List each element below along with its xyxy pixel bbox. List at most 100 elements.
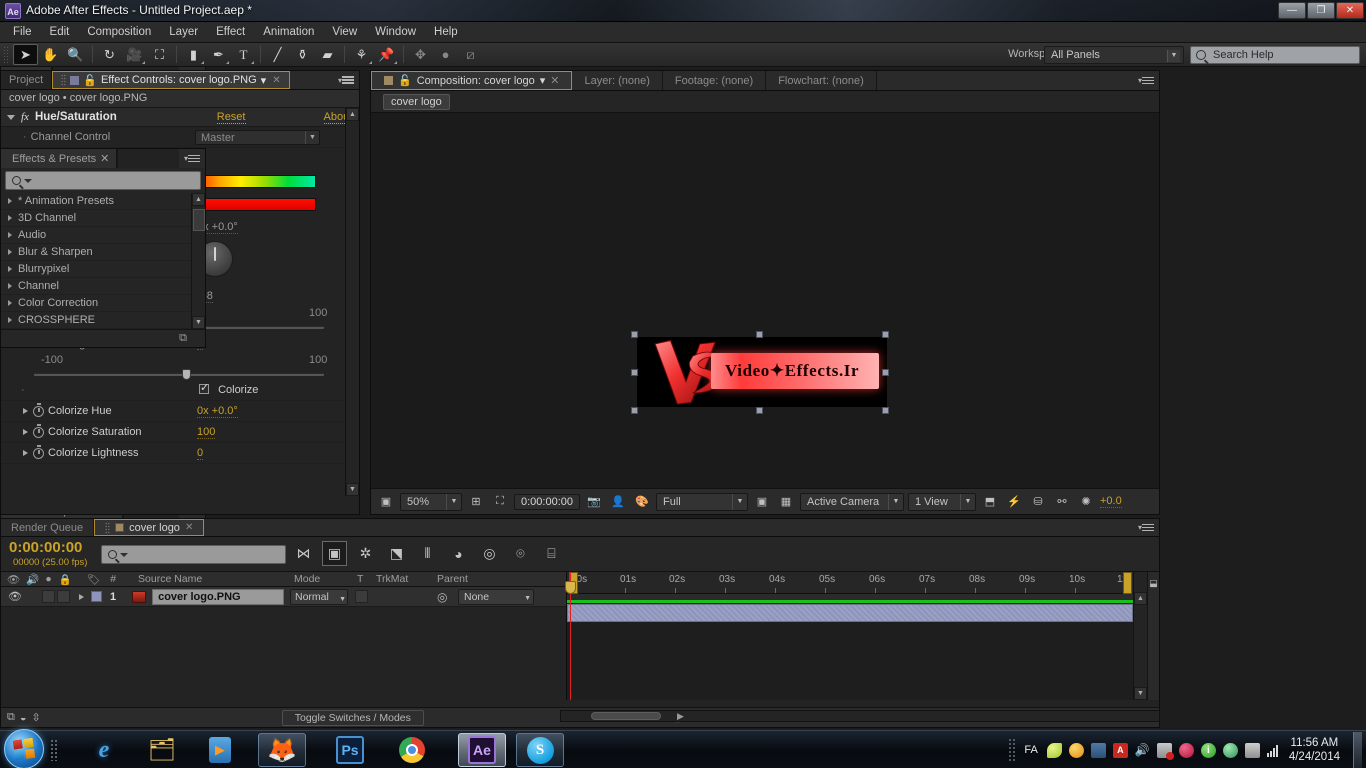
- signal-icon[interactable]: [1266, 744, 1278, 757]
- zoom-tool-icon[interactable]: 🔍: [63, 44, 88, 65]
- layer-audio-switch[interactable]: [41, 590, 55, 603]
- show-snapshot-icon[interactable]: 👤: [608, 493, 628, 511]
- channel-control-select[interactable]: Master ▼: [195, 129, 320, 145]
- menu-edit[interactable]: Edit: [41, 24, 79, 40]
- stopwatch-icon[interactable]: [33, 424, 44, 438]
- minimize-button[interactable]: —: [1278, 2, 1306, 19]
- tray-icon-adobe[interactable]: A: [1112, 742, 1128, 758]
- disclosure-triangle-icon[interactable]: [7, 114, 15, 120]
- tab-footage[interactable]: Footage: (none): [663, 71, 767, 90]
- tab-flowchart[interactable]: Flowchart: (none): [766, 71, 877, 90]
- hscroll-thumb[interactable]: [591, 712, 661, 720]
- breadcrumb-cover-logo[interactable]: cover logo: [383, 93, 450, 110]
- effects-item-animation-presets[interactable]: * Animation Presets: [1, 193, 191, 210]
- layer-mode-select[interactable]: Normal ▼: [290, 588, 348, 605]
- effects-item-blurrypixel[interactable]: Blurrypixel: [1, 261, 191, 278]
- menu-help[interactable]: Help: [425, 24, 467, 40]
- clock[interactable]: 11:56 AM 4/24/2014: [1289, 736, 1340, 764]
- selection-handle-mr[interactable]: [882, 369, 889, 376]
- colorize-hue-value[interactable]: 0x +0.0°: [197, 405, 238, 418]
- eraser-tool-icon[interactable]: ▰: [315, 44, 340, 65]
- pixel-aspect-icon[interactable]: ⬒: [980, 493, 1000, 511]
- move-anchor-icon[interactable]: ✥: [408, 44, 433, 65]
- draft-3d-icon[interactable]: ▣: [322, 541, 347, 566]
- taskbar-firefox[interactable]: 🦊: [258, 733, 306, 767]
- scroll-down-icon[interactable]: ▼: [346, 483, 359, 496]
- comp-flowchart-icon[interactable]: ⚯: [1052, 493, 1072, 511]
- region-interest-toggle-icon[interactable]: ▣: [752, 493, 772, 511]
- frame-blending-icon[interactable]: ⬔: [384, 541, 409, 566]
- start-button[interactable]: [4, 729, 44, 768]
- taskbar-media-player[interactable]: ▶: [196, 733, 244, 767]
- exposure-value[interactable]: +0.0: [1100, 495, 1122, 508]
- tray-icon-flag[interactable]: [1156, 742, 1174, 760]
- taskbar-internet-explorer[interactable]: e: [80, 733, 128, 767]
- taskbar-chrome[interactable]: [388, 733, 436, 767]
- type-tool-icon[interactable]: T: [231, 44, 256, 65]
- comp-timecode[interactable]: 0:00:00:00: [514, 493, 580, 510]
- tray-icon-orange[interactable]: [1068, 742, 1084, 758]
- master-lightness-track[interactable]: [34, 369, 324, 380]
- selection-handle-br[interactable]: [882, 407, 889, 414]
- language-indicator[interactable]: FA: [1024, 744, 1037, 756]
- stopwatch-icon[interactable]: [33, 445, 44, 459]
- timeline-horizontal-scrollbar[interactable]: ▶: [560, 710, 1160, 722]
- transparency-grid-icon[interactable]: ▦: [776, 493, 796, 511]
- master-lightness-thumb[interactable]: [182, 369, 191, 380]
- effects-item-color-correction[interactable]: Color Correction: [1, 295, 191, 312]
- region-of-interest-icon[interactable]: ⊞: [466, 493, 486, 511]
- tab-composition[interactable]: 🔓 Composition: cover logo ▾ ✕: [371, 71, 573, 90]
- layer-t-switch[interactable]: [355, 590, 368, 603]
- time-ruler[interactable]: 00s 01s 02s 03s 04s 05s 06s 07s 08s 09s …: [567, 572, 1133, 594]
- menu-window[interactable]: Window: [366, 24, 425, 40]
- tray-icon-info[interactable]: i: [1200, 742, 1216, 758]
- tray-icon-leaf[interactable]: [1046, 742, 1062, 758]
- parent-pickwhip-icon[interactable]: ◎: [437, 590, 447, 604]
- selection-tool-icon[interactable]: ➤: [13, 44, 38, 65]
- hscroll-right-arrow-icon[interactable]: ▶: [677, 711, 684, 722]
- scroll-up-icon[interactable]: ▲: [346, 108, 359, 121]
- tab-close-icon[interactable]: ✕: [272, 75, 280, 86]
- menu-animation[interactable]: Animation: [254, 24, 323, 40]
- effects-item-audio[interactable]: Audio: [1, 227, 191, 244]
- tray-grip[interactable]: [1008, 738, 1018, 762]
- timeline-search-input[interactable]: [101, 545, 286, 564]
- tray-icon-opera[interactable]: [1178, 742, 1194, 758]
- hand-tool-icon[interactable]: ✋: [38, 44, 63, 65]
- motion-blur-footer-icon[interactable]: ◒: [20, 712, 27, 724]
- layer-duration-bar[interactable]: [567, 604, 1133, 622]
- selection-handle-bl[interactable]: [631, 407, 638, 414]
- shape-tool-icon[interactable]: ▮: [181, 44, 206, 65]
- layer-source-name[interactable]: cover logo.PNG: [152, 588, 285, 605]
- selection-handle-ml[interactable]: [631, 369, 638, 376]
- brainstorm-icon[interactable]: ◕: [446, 541, 471, 566]
- effect-controls-scrollbar[interactable]: ▲ ▼: [345, 108, 359, 496]
- layer-disclosure-icon[interactable]: [78, 593, 84, 600]
- composition-panel-menu[interactable]: ▾: [1133, 71, 1159, 90]
- roto-brush-tool-icon[interactable]: ⚘: [349, 44, 374, 65]
- restore-button[interactable]: ❐: [1307, 2, 1335, 19]
- taskbar-after-effects[interactable]: Ae: [458, 733, 506, 767]
- effects-scrollbar[interactable]: ▲ ▼: [191, 193, 205, 329]
- always-preview-icon[interactable]: ▣: [376, 493, 396, 511]
- menu-layer[interactable]: Layer: [160, 24, 207, 40]
- effects-search-input[interactable]: [5, 171, 201, 190]
- tab-dropdown-icon[interactable]: ▾: [540, 74, 546, 87]
- taskbar-windows-explorer[interactable]: 🗂: [138, 733, 186, 767]
- hide-shy-layers-icon[interactable]: ✲: [353, 541, 378, 566]
- channels-icon[interactable]: 🎨: [632, 493, 652, 511]
- toggle-switches-modes-button[interactable]: Toggle Switches / Modes: [281, 709, 424, 726]
- fast-previews-icon[interactable]: ⚡: [1004, 493, 1024, 511]
- timeline-graph[interactable]: 00s 01s 02s 03s 04s 05s 06s 07s 08s 09s …: [565, 572, 1133, 700]
- effects-presets-tab[interactable]: Effects & Presets ✕: [1, 149, 118, 168]
- graph-footer-icon[interactable]: ⇳: [32, 711, 41, 724]
- taskbar-skype[interactable]: S: [516, 733, 564, 767]
- transform-box-icon[interactable]: ⧄: [458, 44, 483, 65]
- close-button[interactable]: ✕: [1336, 2, 1364, 19]
- scroll-thumb[interactable]: [193, 209, 205, 231]
- reset-link[interactable]: Reset: [216, 111, 246, 124]
- rotation-tool-icon[interactable]: ↻: [97, 44, 122, 65]
- colorize-lightness-value[interactable]: 0: [197, 447, 204, 460]
- colorize-saturation-value[interactable]: 100: [197, 426, 216, 439]
- selection-handle-tr[interactable]: [882, 331, 889, 338]
